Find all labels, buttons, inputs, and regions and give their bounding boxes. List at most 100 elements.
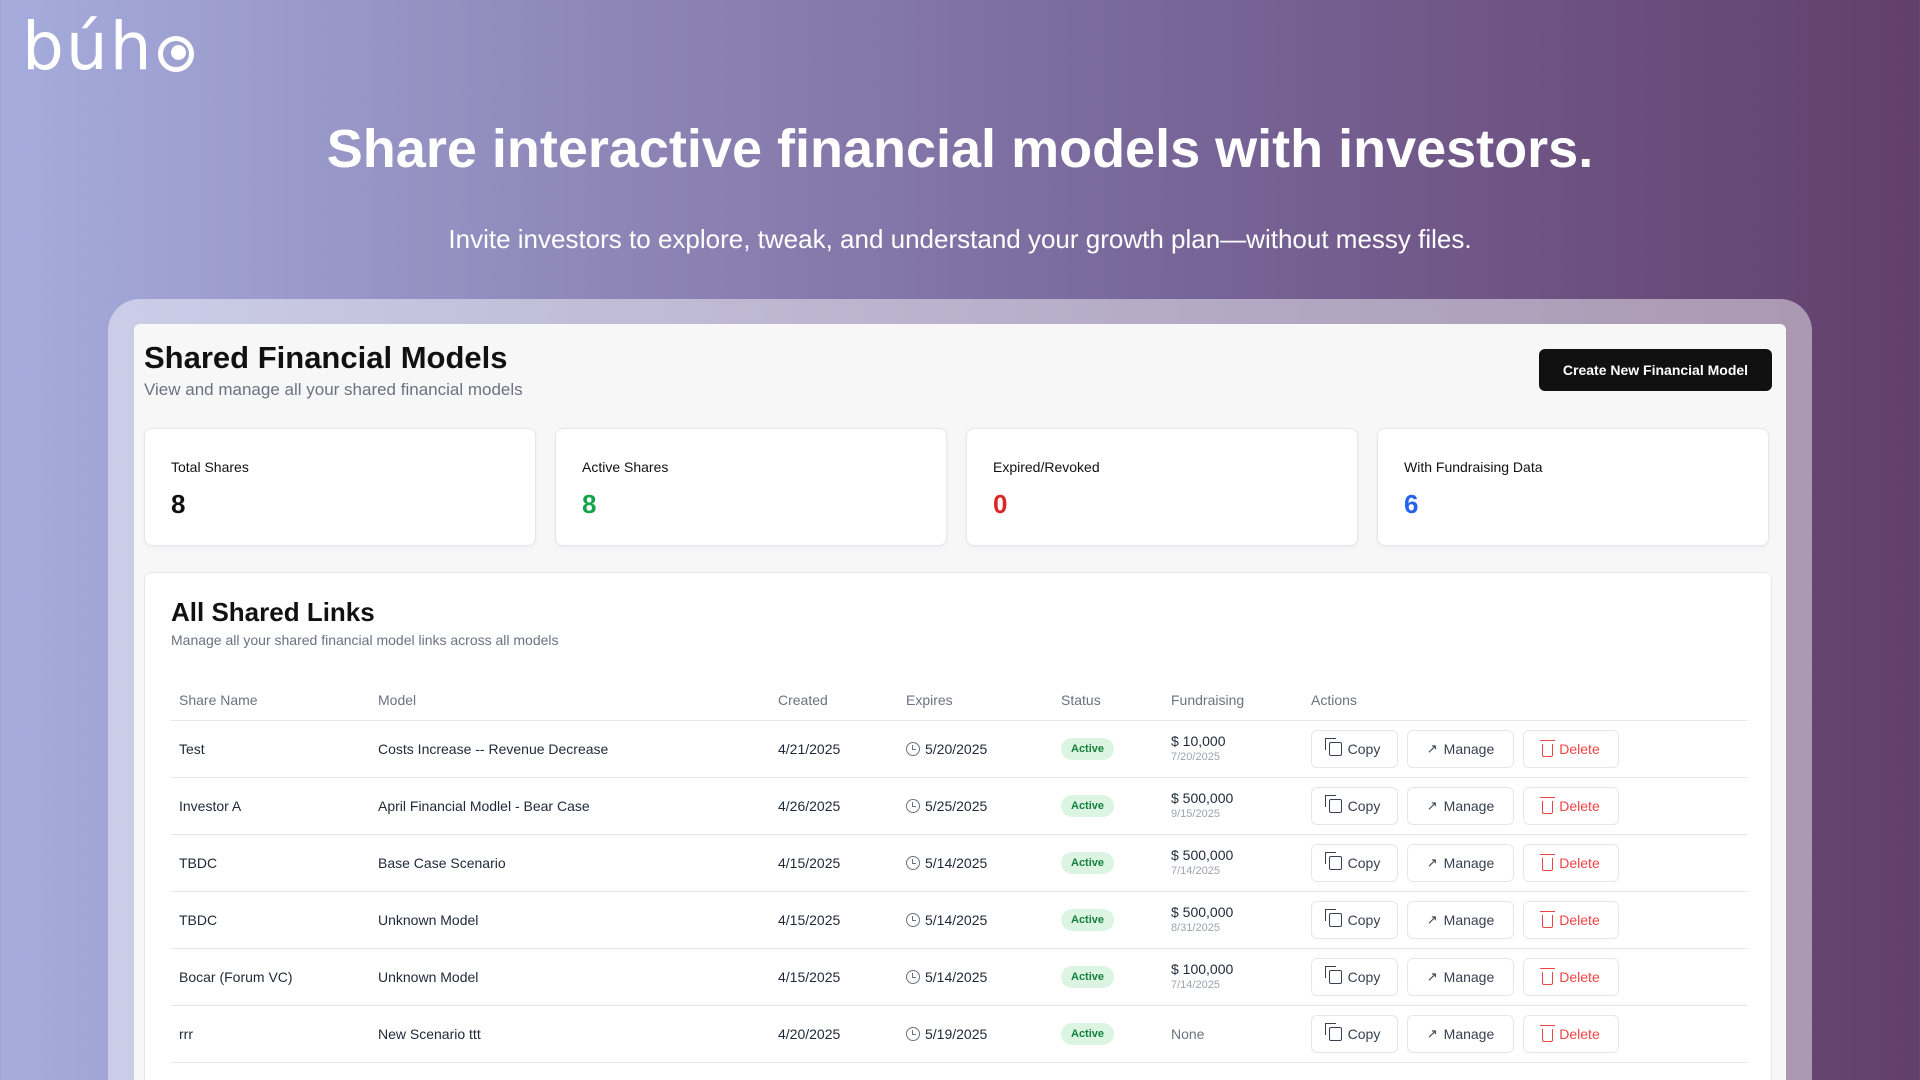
delete-label: Delete [1559, 969, 1600, 985]
manage-button[interactable]: ↗ Manage [1407, 730, 1514, 768]
copy-button[interactable]: Copy [1311, 730, 1398, 768]
manage-button[interactable]: ↗ Manage [1407, 844, 1514, 882]
copy-label: Copy [1347, 969, 1381, 985]
copy-button[interactable]: Copy [1311, 844, 1398, 882]
delete-button[interactable]: Delete [1523, 787, 1619, 825]
status-badge: Active [1061, 852, 1115, 874]
fundraising-cell: $ 500,000 9/15/2025 [1171, 778, 1233, 834]
created-date: 4/15/2025 [778, 912, 841, 928]
delete-button[interactable]: Delete [1523, 958, 1619, 996]
create-financial-model-button[interactable]: Create New Financial Model [1539, 349, 1772, 391]
share-name: Test [179, 741, 205, 757]
manage-label: Manage [1443, 969, 1495, 985]
manage-button[interactable]: ↗ Manage [1407, 901, 1514, 939]
fundraising-info: $ 100,000 7/14/2025 [1171, 961, 1233, 992]
stat-label: Total Shares [171, 459, 249, 475]
stat-value: 8 [582, 489, 597, 519]
fundraising-info: $ 10,000 7/20/2025 [1171, 733, 1226, 764]
created-date: 4/21/2025 [778, 741, 841, 757]
expires-date: 5/14/2025 [925, 969, 988, 985]
expires-date: 5/14/2025 [925, 912, 988, 928]
links-title: All Shared Links [171, 597, 375, 627]
model-name: April Financial Modlel - Bear Case [378, 798, 590, 814]
fundraising-info: $ 500,000 8/31/2025 [1171, 904, 1233, 935]
page-title: Shared Financial Models [144, 340, 508, 375]
hero-title: Share interactive financial models with … [326, 119, 1594, 179]
actions-cell: Copy ↗ Manage Delete [1311, 721, 1628, 777]
fundraising-date: 7/14/2025 [1171, 978, 1220, 991]
stat-label: With Fundraising Data [1404, 459, 1543, 475]
arrow-up-right-icon: ↗ [1426, 1026, 1438, 1041]
fundraising-amount: $ 500,000 [1171, 790, 1234, 807]
fundraising-cell: $ 10,000 7/20/2025 [1171, 721, 1226, 777]
created-date: 4/15/2025 [778, 855, 841, 871]
stat-card-total-shares: Total Shares 8 [144, 428, 536, 546]
stat-card-fundraising-data: With Fundraising Data 6 [1377, 428, 1769, 546]
status-badge: Active [1061, 795, 1115, 817]
delete-button[interactable]: Delete [1523, 1015, 1619, 1053]
manage-button[interactable]: ↗ Manage [1407, 787, 1514, 825]
delete-button[interactable]: Delete [1523, 730, 1619, 768]
copy-label: Copy [1347, 798, 1381, 814]
copy-icon [1324, 909, 1342, 927]
copy-icon [1324, 1023, 1342, 1041]
stat-card-expired-revoked: Expired/Revoked 0 [966, 428, 1358, 546]
status-cell: Active [1061, 721, 1115, 777]
manage-button[interactable]: ↗ Manage [1407, 1015, 1514, 1053]
delete-button[interactable]: Delete [1523, 844, 1619, 882]
fundraising-cell: $ 100,000 7/14/2025 [1171, 949, 1233, 1005]
table-row: rrr New Scenario ttt 4/20/2025 5/19/2025… [171, 1006, 1747, 1063]
expires-date: 5/25/2025 [925, 798, 988, 814]
fundraising-cell: $ 500,000 7/14/2025 [1171, 835, 1233, 891]
expires-date: 5/20/2025 [925, 741, 988, 757]
created-date: 4/15/2025 [778, 969, 841, 985]
stat-value: 0 [993, 489, 1008, 519]
table-row-partial [171, 1063, 1747, 1080]
fundraising-date: 7/14/2025 [1171, 864, 1220, 877]
stat-label: Active Shares [582, 459, 669, 475]
links-subtitle: Manage all your shared financial model l… [171, 632, 559, 648]
fundraising-info: $ 500,000 9/15/2025 [1171, 790, 1233, 821]
status-cell: Active [1061, 835, 1115, 891]
arrow-up-right-icon: ↗ [1426, 741, 1438, 756]
expires-cell: 5/20/2025 [906, 721, 987, 777]
delete-label: Delete [1559, 1026, 1600, 1042]
buho-logo[interactable]: búh [22, 14, 194, 80]
copy-button[interactable]: Copy [1311, 958, 1398, 996]
copy-button[interactable]: Copy [1311, 787, 1398, 825]
col-created: Created [778, 691, 828, 708]
clock-icon [906, 856, 920, 870]
manage-label: Manage [1443, 741, 1495, 757]
fundraising-amount: $ 500,000 [1171, 904, 1234, 921]
copy-button[interactable]: Copy [1311, 1015, 1398, 1053]
delete-label: Delete [1559, 741, 1600, 757]
manage-button[interactable]: ↗ Manage [1407, 958, 1514, 996]
fundraising-date: 7/20/2025 [1171, 750, 1220, 763]
col-fundraising: Fundraising [1171, 691, 1245, 708]
actions-cell: Copy ↗ Manage Delete [1311, 949, 1628, 1005]
model-name: Unknown Model [378, 969, 479, 985]
model-name: New Scenario ttt [378, 1026, 481, 1042]
stat-label: Expired/Revoked [993, 459, 1100, 475]
created-date: 4/26/2025 [778, 798, 841, 814]
copy-button[interactable]: Copy [1311, 901, 1398, 939]
delete-label: Delete [1559, 798, 1600, 814]
copy-icon [1324, 852, 1342, 870]
status-badge: Active [1061, 1023, 1115, 1045]
status-cell: Active [1061, 1006, 1115, 1062]
arrow-up-right-icon: ↗ [1426, 969, 1438, 984]
fundraising-cell: None [1171, 1006, 1204, 1062]
fundraising-amount: $ 10,000 [1171, 733, 1226, 750]
stat-value: 8 [171, 489, 186, 519]
manage-label: Manage [1443, 1026, 1495, 1042]
delete-button[interactable]: Delete [1523, 901, 1619, 939]
expires-cell: 5/19/2025 [906, 1006, 987, 1062]
delete-label: Delete [1559, 855, 1600, 871]
share-name: TBDC [179, 855, 218, 871]
fundraising-date: 9/15/2025 [1171, 807, 1220, 820]
shared-links-table: Share Name Model Created Expires Status … [171, 679, 1747, 1080]
hero-subtitle: Invite investors to explore, tweak, and … [448, 224, 1472, 254]
actions-cell: Copy ↗ Manage Delete [1311, 778, 1628, 834]
copy-label: Copy [1347, 912, 1381, 928]
share-name: Bocar (Forum VC) [179, 969, 293, 985]
